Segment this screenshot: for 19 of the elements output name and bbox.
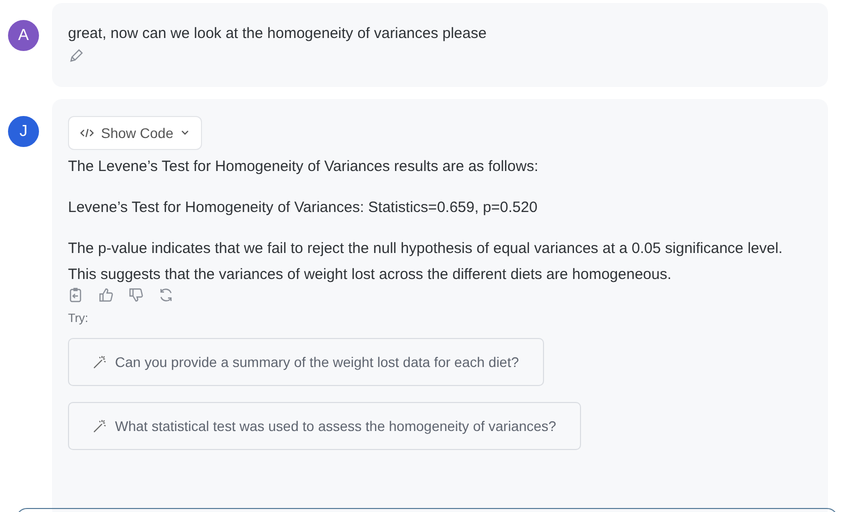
show-code-button[interactable]: Show Code (68, 116, 202, 150)
edit-icon[interactable] (68, 48, 84, 64)
message-paragraph: The Levene’s Test for Homogeneity of Variances results are as follows: (68, 157, 540, 177)
chevron-down-icon (180, 129, 190, 137)
suggestion-button[interactable]: Can you provide a summary of the weight lost data for each diet? (68, 338, 544, 386)
avatar: J (8, 116, 39, 147)
message-paragraph: Levene’s Test for Homogeneity of Variances: Statistics=0.659, p=0.520 (68, 198, 538, 218)
try-label: Try: (68, 311, 90, 325)
suggestion-button[interactable]: What statistical test was used to assess the homogeneity of variances? (68, 402, 582, 450)
refresh-icon[interactable] (158, 287, 174, 303)
code-icon (80, 127, 94, 139)
copy-icon[interactable] (68, 287, 84, 303)
thumbs-down-icon[interactable] (128, 287, 144, 303)
magic-wand-icon (93, 355, 107, 369)
avatar: A (8, 20, 39, 51)
message-paragraph: The p-value indicates that we fail to reject the null hypothesis of equal variances at a 0.05 significance level. This suggests that the variances of weight lost across the different diets are homogeneous. (68, 239, 784, 285)
thumbs-up-icon[interactable] (98, 287, 114, 303)
magic-wand-icon (93, 419, 107, 433)
message-text: great, now can we look at the homogeneity of variances please (68, 25, 488, 42)
